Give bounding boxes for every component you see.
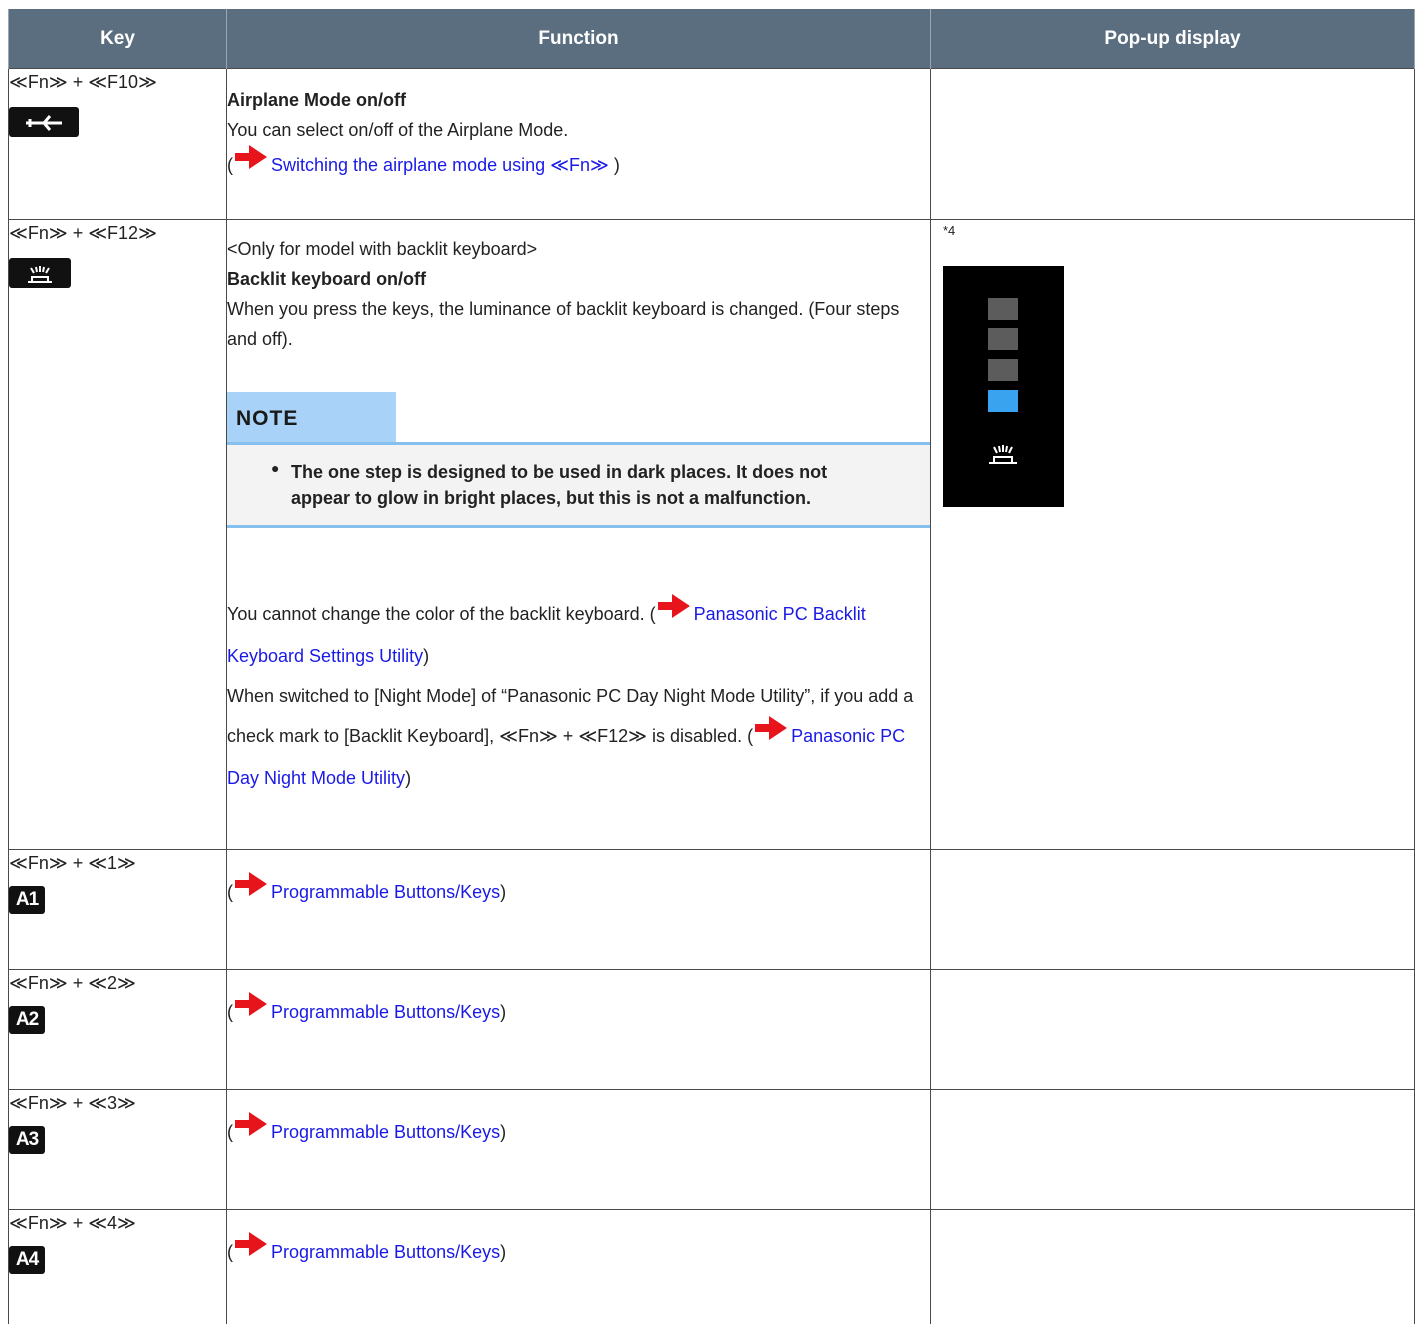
level-bar [988, 328, 1018, 350]
popup-cell [930, 969, 1415, 1090]
key-combo: ≪Fn≫ + ≪4≫ [9, 1213, 136, 1233]
popup-cell [930, 68, 1415, 220]
level-bar [988, 298, 1018, 320]
level-bar [988, 359, 1018, 381]
key-combo: ≪Fn≫ + ≪3≫ [9, 1093, 136, 1113]
popup-cell [930, 1209, 1415, 1324]
function-desc: When you press the keys, the luminance o… [227, 299, 900, 349]
table-row: ≪Fn≫ + ≪F10≫ Airplane Mode on/off You ca… [8, 68, 1415, 220]
function-title: Airplane Mode on/off [227, 90, 406, 110]
note-label: NOTE [227, 392, 396, 442]
link-airplane-mode[interactable]: Switching the airplane mode using ≪Fn≫ [271, 155, 609, 175]
red-arrow-icon [235, 145, 267, 187]
link-programmable-keys[interactable]: Programmable Buttons/Keys [271, 1242, 500, 1262]
key-combo: ≪Fn≫ + ≪2≫ [9, 973, 136, 993]
function-title: Backlit keyboard on/off [227, 269, 427, 289]
popup-cell: *4 [930, 219, 1415, 850]
red-arrow-icon [235, 992, 267, 1034]
link-programmable-keys[interactable]: Programmable Buttons/Keys [271, 1002, 500, 1022]
color-text: You cannot change the color of the backl… [227, 604, 656, 624]
red-arrow-icon [235, 1112, 267, 1154]
function-cell: <Only for model with backlit keyboard> B… [226, 219, 931, 850]
header-popup: Pop-up display [930, 9, 1415, 69]
link-programmable-keys[interactable]: Programmable Buttons/Keys [271, 882, 500, 902]
key-cell: ≪Fn≫ + ≪2≫ A2 [8, 969, 227, 1090]
key-cell: ≪Fn≫ + ≪F12≫ [8, 219, 227, 850]
key-combo: ≪Fn≫ + ≪1≫ [9, 853, 136, 873]
table-row: ≪Fn≫ + ≪F12≫ <Only for model with backli… [8, 219, 1415, 850]
red-arrow-icon [235, 1232, 267, 1274]
function-cell: Airplane Mode on/off You can select on/o… [226, 68, 931, 220]
key-cell: ≪Fn≫ + ≪F10≫ [8, 68, 227, 220]
table-row: ≪Fn≫ + ≪1≫ A1 (Programmable Buttons/Keys… [8, 849, 1415, 970]
airplane-icon [9, 107, 79, 137]
table-row: ≪Fn≫ + ≪2≫ A2 (Programmable Buttons/Keys… [8, 969, 1415, 1090]
model-note: <Only for model with backlit keyboard> [227, 239, 538, 259]
red-arrow-icon [235, 872, 267, 914]
key-cell: ≪Fn≫ + ≪4≫ A4 [8, 1209, 227, 1324]
function-desc: You can select on/off of the Airplane Mo… [227, 120, 569, 140]
a3-key-icon: A3 [9, 1126, 45, 1154]
level-bar [988, 390, 1018, 412]
bullet-icon: ● [271, 460, 280, 476]
popup-cell [930, 1089, 1415, 1210]
header-function: Function [226, 9, 931, 69]
function-cell: (Programmable Buttons/Keys) [226, 1209, 931, 1324]
backlit-keyboard-icon [9, 258, 71, 288]
function-cell: (Programmable Buttons/Keys) [226, 969, 931, 1090]
note-box: NOTE ● The one step is designed to be us… [227, 392, 930, 528]
function-cell: (Programmable Buttons/Keys) [226, 849, 931, 970]
key-combo: ≪Fn≫ + ≪F12≫ [9, 223, 157, 243]
note-text: The one step is designed to be used in d… [291, 462, 828, 508]
backlight-popup [943, 266, 1064, 507]
function-cell: (Programmable Buttons/Keys) [226, 1089, 931, 1210]
table-header: Key Function Pop-up display [8, 9, 1415, 69]
fn-keys-table: Key Function Pop-up display ≪Fn≫ + ≪F10≫… [8, 9, 1415, 1324]
table-row: ≪Fn≫ + ≪3≫ A3 (Programmable Buttons/Keys… [8, 1089, 1415, 1210]
footnote-mark: *4 [943, 223, 956, 238]
link-programmable-keys[interactable]: Programmable Buttons/Keys [271, 1122, 500, 1142]
red-arrow-icon [657, 594, 690, 636]
key-cell: ≪Fn≫ + ≪1≫ A1 [8, 849, 227, 970]
a2-key-icon: A2 [9, 1006, 45, 1034]
popup-cell [930, 849, 1415, 970]
key-combo: ≪Fn≫ + ≪F10≫ [9, 72, 157, 92]
header-key: Key [8, 9, 227, 69]
a4-key-icon: A4 [9, 1246, 45, 1274]
key-cell: ≪Fn≫ + ≪3≫ A3 [8, 1089, 227, 1210]
table-row: ≪Fn≫ + ≪4≫ A4 (Programmable Buttons/Keys… [8, 1209, 1415, 1324]
backlit-keyboard-icon [985, 442, 1021, 471]
a1-key-icon: A1 [9, 886, 45, 914]
red-arrow-icon [755, 716, 788, 758]
